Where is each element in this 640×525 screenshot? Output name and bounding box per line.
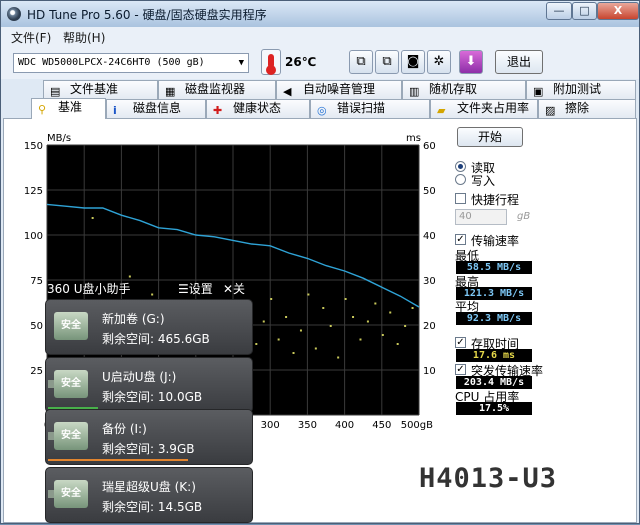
x-tick-label: 350	[298, 420, 317, 431]
drive-name: 瑞星超级U盘 (K:)	[102, 480, 196, 494]
right-tick-label: 50	[423, 186, 436, 197]
right-tick-label: 30	[423, 276, 436, 287]
x-tick-label: 300	[261, 420, 280, 431]
quick-stroke-checkbox[interactable]	[455, 193, 466, 204]
avg-value: 92.3 MB/s	[456, 312, 532, 325]
maximize-button[interactable]: □	[572, 2, 597, 20]
access-time-point	[396, 343, 399, 345]
access-time-point	[299, 329, 302, 332]
usb-drive-icon: 安全	[48, 480, 88, 508]
left-tick-label: 150	[24, 141, 43, 152]
write-label: 写入	[471, 174, 496, 188]
access-time-point	[329, 325, 332, 327]
drive-free-space: 剩余空间: 465.6GB	[102, 332, 210, 346]
benchmark-controls: 开始 读取 写入 快捷行程 40 gB ✓ 传输速率 最低 58.5 MB/s …	[451, 119, 639, 419]
extra-tests-icon: ▣	[533, 85, 544, 98]
usb-helper-overlay: 360 U盘小助手 ☰设置 ✕关闭 安全 新加卷 (G:) 剩余空间: 465.…	[45, 279, 257, 525]
save-button[interactable]: ⬇	[459, 50, 483, 74]
access-time-point	[307, 293, 310, 296]
access-time-point	[322, 307, 325, 309]
erase-icon: ▨	[545, 104, 556, 117]
access-time-point	[91, 217, 94, 219]
access-time-value: 17.6 ms	[456, 349, 532, 362]
usb-helper-title: 360 U盘小助手	[47, 282, 131, 296]
access-time-point	[381, 334, 384, 336]
left-axis-unit: MB/s	[47, 133, 71, 144]
tab-extra-tests[interactable]: ▣ 附加测试	[526, 80, 636, 99]
drive-free-space: 剩余空间: 3.9GB	[102, 442, 195, 456]
access-time-checkbox[interactable]: ✓	[455, 337, 466, 348]
access-time-point	[292, 352, 295, 354]
access-time-point	[277, 338, 280, 341]
access-time-point	[270, 298, 273, 300]
drive-name: 备份 (I:)	[102, 422, 147, 436]
minimize-button[interactable]: —	[546, 2, 572, 20]
x-tick-label: 500gB	[401, 420, 433, 431]
access-time-point	[285, 316, 288, 318]
quick-stroke-unit: gB	[517, 211, 531, 222]
close-window-button[interactable]: X	[597, 2, 639, 20]
left-tick-label: 25	[30, 366, 43, 377]
left-tick-label: 100	[24, 231, 43, 242]
usb-drive-card[interactable]: 安全 新加卷 (G:) 剩余空间: 465.6GB	[45, 299, 253, 355]
usb-drive-icon: 安全	[48, 370, 88, 398]
tab-label: 擦除	[565, 101, 590, 115]
right-tick-label: 60	[423, 141, 436, 152]
usb-drive-card[interactable]: 安全 U启动U盘 (J:) 剩余空间: 10.0GB	[45, 357, 253, 413]
right-tick-label: 40	[423, 231, 436, 242]
access-time-point	[374, 302, 377, 305]
app-window: HD Tune Pro 5.60 - 硬盘/固态硬盘实用程序 — □ X 文件(…	[0, 0, 640, 524]
tab-benchmark[interactable]: ⚲ 基准	[31, 98, 106, 119]
access-time-point	[366, 320, 369, 323]
right-tick-label: 10	[423, 366, 436, 377]
write-radio[interactable]	[455, 174, 466, 185]
usb-drive-icon: 安全	[48, 422, 88, 450]
x-tick-label: 450	[372, 420, 391, 431]
usb-drive-card[interactable]: 安全 备份 (I:) 剩余空间: 3.9GB	[45, 409, 253, 465]
access-time-point	[359, 338, 362, 341]
access-time-point	[352, 316, 355, 318]
exit-button[interactable]: 退出	[495, 50, 543, 74]
access-time-point	[128, 275, 131, 278]
x-tick-label: 400	[335, 420, 354, 431]
drive-free-space: 剩余空间: 14.5GB	[102, 500, 203, 514]
access-time-point	[262, 320, 265, 323]
drive-name: 新加卷 (G:)	[102, 312, 165, 326]
read-radio[interactable]	[455, 161, 466, 172]
right-tick-label: 20	[423, 321, 436, 332]
cpu-usage-value: 17.5%	[456, 402, 532, 415]
tab-label: 附加测试	[553, 82, 602, 96]
access-time-point	[411, 307, 414, 309]
quick-stroke-spinner[interactable]: 40	[455, 209, 507, 225]
transfer-rate-checkbox[interactable]: ✓	[455, 234, 466, 245]
access-time-point	[404, 325, 407, 327]
access-time-point	[389, 311, 392, 314]
benchmark-icon: ⚲	[38, 103, 47, 116]
left-tick-label: 50	[30, 321, 43, 332]
right-axis-unit: ms	[406, 133, 421, 144]
tab-label: 基准	[58, 100, 83, 114]
drive-free-space: 剩余空间: 10.0GB	[102, 390, 203, 404]
start-button[interactable]: 开始	[457, 127, 523, 147]
safe-drive-icon: 安全	[54, 312, 88, 340]
access-time-point	[337, 356, 340, 359]
left-tick-label: 125	[24, 186, 43, 197]
download-arrow-icon: ⬇	[465, 54, 477, 69]
usb-helper-header: 360 U盘小助手 ☰设置 ✕关闭	[1, 279, 257, 313]
quick-stroke-label: 快捷行程	[471, 193, 520, 207]
usb-drive-card[interactable]: 安全 瑞星超级U盘 (K:) 剩余空间: 14.5GB	[45, 467, 253, 523]
tab-label: 文件夹占用率	[457, 101, 530, 115]
watermark-text: H4013-U3	[419, 463, 558, 494]
access-time-point	[314, 347, 317, 350]
drive-name: U启动U盘 (J:)	[102, 370, 177, 384]
usb-helper-settings-button[interactable]: ☰设置	[178, 280, 213, 297]
tab-erase[interactable]: ▨ 擦除	[538, 99, 636, 118]
access-time-point	[344, 298, 347, 300]
drive-usage-bar	[48, 459, 188, 461]
burst-rate-checkbox[interactable]: ✓	[455, 364, 466, 375]
